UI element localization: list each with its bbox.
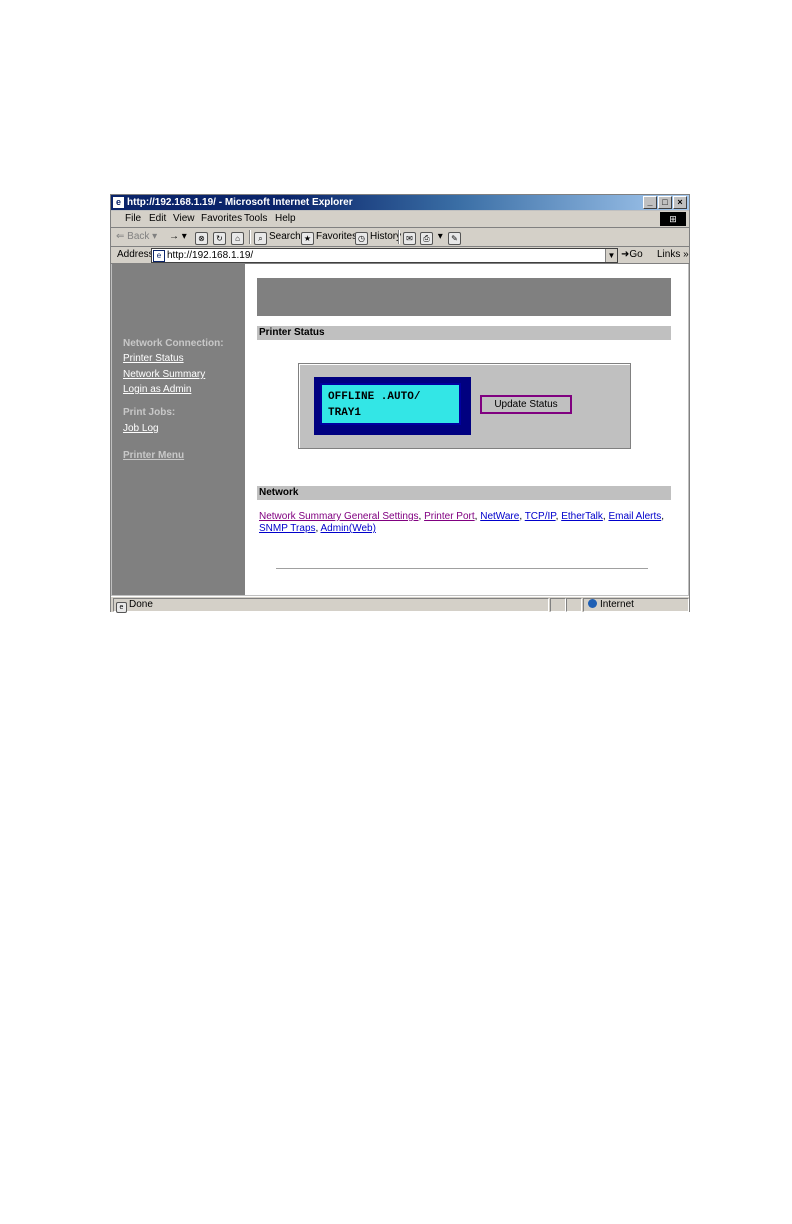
favorites-icon: ★ xyxy=(301,232,314,245)
browser-window: e http://192.168.1.19/ - Microsoft Inter… xyxy=(110,194,690,613)
zone-text: Internet xyxy=(600,599,634,610)
update-status-button[interactable]: Update Status xyxy=(480,395,572,414)
address-label: Address xyxy=(117,249,154,260)
links-button[interactable]: Links » xyxy=(657,248,689,262)
menu-tools[interactable]: Tools xyxy=(244,212,267,226)
address-bar: Address e http://192.168.1.19/ ▼ ➜Go Lin… xyxy=(111,247,689,264)
maximize-button[interactable]: □ xyxy=(658,196,672,209)
menu-help[interactable]: Help xyxy=(275,212,296,226)
edit-icon: ✎ xyxy=(448,232,461,245)
close-button[interactable]: × xyxy=(673,196,687,209)
menu-file[interactable]: File xyxy=(125,212,141,226)
menu-view[interactable]: View xyxy=(173,212,195,226)
home-icon: ⌂ xyxy=(231,232,244,245)
print-jobs-heading: Print Jobs: xyxy=(123,407,176,418)
print-button[interactable]: ⎙ ▾ xyxy=(420,230,443,245)
history-icon: ◷ xyxy=(355,232,368,245)
lcd-frame: OFFLINE .AUTO/ TRAY1 xyxy=(314,377,471,435)
address-dropdown-icon[interactable]: ▼ xyxy=(605,249,617,262)
title-bar: e http://192.168.1.19/ - Microsoft Inter… xyxy=(111,195,689,210)
window-controls: _ □ × xyxy=(642,196,687,209)
address-input[interactable]: e http://192.168.1.19/ ▼ xyxy=(151,248,618,263)
status-cell xyxy=(566,598,582,612)
mail-button[interactable]: ✉ xyxy=(403,230,418,245)
sidebar-link-network-summary[interactable]: Network Summary xyxy=(123,369,205,380)
link-tcpip[interactable]: TCP/IP xyxy=(525,511,556,522)
horizontal-rule xyxy=(276,568,648,569)
mail-icon: ✉ xyxy=(403,232,416,245)
security-zone: Internet xyxy=(583,598,689,612)
stop-button[interactable]: ⊗ xyxy=(195,230,210,245)
windows-logo-icon: ⊞ xyxy=(660,212,686,226)
search-icon: ⌕ xyxy=(254,232,267,245)
toolbar-separator xyxy=(398,230,400,244)
search-button[interactable]: ⌕ Search xyxy=(254,230,301,245)
sidebar: Network Connection: Printer Status Netwo… xyxy=(112,264,245,595)
network-connection-heading: Network Connection: xyxy=(123,338,224,349)
globe-icon xyxy=(588,599,597,608)
ie-icon: e xyxy=(113,197,124,208)
link-email-alerts[interactable]: Email Alerts xyxy=(608,511,661,522)
back-arrow-icon: ⇐ xyxy=(116,231,128,242)
menu-edit[interactable]: Edit xyxy=(149,212,166,226)
toolbar: ⇐ Back ▾ → ▾ ⊗ ↻ ⌂ ⌕ Search ★ Favorites ◷ H… xyxy=(111,228,689,247)
printer-status-panel: OFFLINE .AUTO/ TRAY1 Update Status xyxy=(298,363,631,449)
back-button[interactable]: ⇐ Back ▾ xyxy=(116,230,157,244)
sidebar-link-printer-menu[interactable]: Printer Menu xyxy=(123,450,184,461)
refresh-icon: ↻ xyxy=(213,232,226,245)
page-content: Network Connection: Printer Status Netwo… xyxy=(112,264,688,595)
lcd-display: OFFLINE .AUTO/ TRAY1 xyxy=(320,383,461,425)
link-network-summary-general[interactable]: Network Summary General Settings xyxy=(259,511,419,522)
favorites-button[interactable]: ★ Favorites xyxy=(301,230,357,245)
status-text-panel: e Done xyxy=(113,598,549,613)
menu-bar: File Edit View Favorites Tools Help ⊞ xyxy=(111,211,689,228)
lcd-line-1: OFFLINE .AUTO/ xyxy=(328,391,421,403)
edit-button[interactable]: ✎ xyxy=(448,230,463,245)
main-panel: Printer Status OFFLINE .AUTO/ TRAY1 Upda… xyxy=(247,264,688,595)
window-title: http://192.168.1.19/ - Microsoft Interne… xyxy=(127,197,353,208)
forward-button[interactable]: → ▾ xyxy=(169,230,187,244)
toolbar-separator xyxy=(249,230,251,244)
menu-favorites[interactable]: Favorites xyxy=(201,212,242,226)
page-icon: e xyxy=(153,250,165,262)
stop-icon: ⊗ xyxy=(195,232,208,245)
status-bar: e Done Internet xyxy=(111,596,689,613)
link-snmp-traps[interactable]: SNMP Traps xyxy=(259,523,316,534)
refresh-button[interactable]: ↻ xyxy=(213,230,228,245)
address-url: http://192.168.1.19/ xyxy=(167,250,254,261)
link-admin-web[interactable]: Admin(Web) xyxy=(321,523,376,534)
status-cell xyxy=(550,598,566,612)
go-button[interactable]: ➜Go xyxy=(621,248,643,262)
page-done-icon: e xyxy=(116,602,127,613)
sidebar-link-printer-status[interactable]: Printer Status xyxy=(123,353,184,364)
link-printer-port[interactable]: Printer Port xyxy=(424,511,475,522)
status-text: Done xyxy=(129,599,153,610)
network-links: Network Summary General Settings, Printe… xyxy=(259,511,665,534)
link-ethertalk[interactable]: EtherTalk xyxy=(561,511,603,522)
sidebar-link-login-admin[interactable]: Login as Admin xyxy=(123,384,191,395)
home-button[interactable]: ⌂ xyxy=(231,230,246,245)
lcd-line-2: TRAY1 xyxy=(328,407,362,419)
history-button[interactable]: ◷ History xyxy=(355,230,401,245)
header-banner xyxy=(257,278,671,316)
printer-status-heading: Printer Status xyxy=(257,326,671,340)
network-heading: Network xyxy=(257,486,671,500)
sidebar-link-job-log[interactable]: Job Log xyxy=(123,423,159,434)
minimize-button[interactable]: _ xyxy=(643,196,657,209)
link-netware[interactable]: NetWare xyxy=(480,511,519,522)
print-icon: ⎙ xyxy=(420,232,433,245)
